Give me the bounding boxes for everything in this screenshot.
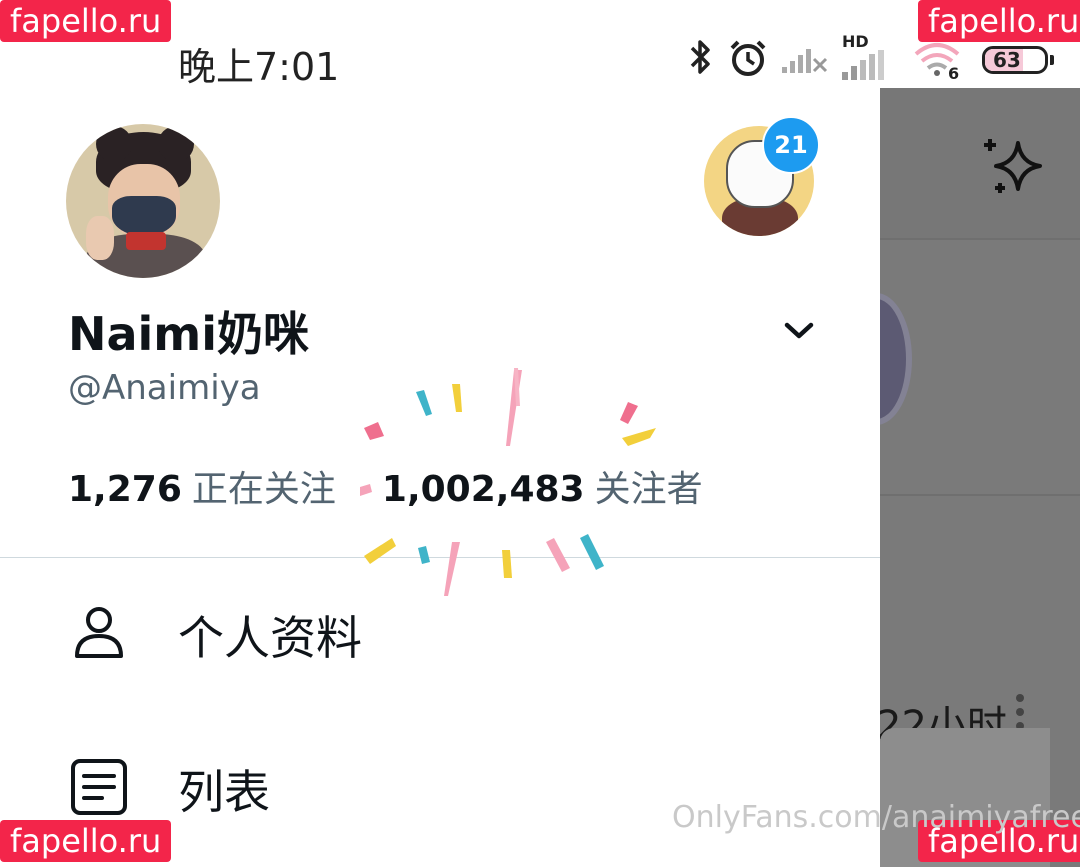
watermark-url: OnlyFans.com/anaimiyafree <box>672 800 1080 835</box>
background-divider <box>880 494 1080 496</box>
navigation-drawer: 21 Naimi奶咪 @Anaimiya 1,276 正在关注 1,002,483 关… <box>0 88 880 867</box>
followers-label: 关注者 <box>594 469 703 510</box>
followers-count: 1,002,483 <box>381 469 585 510</box>
background-avatar <box>880 293 912 425</box>
avatar-scarf <box>126 232 166 250</box>
sparkle-icon[interactable] <box>980 133 1050 207</box>
avatar-mask <box>112 196 176 236</box>
menu-item-label: 列表 <box>178 765 270 819</box>
signal-weak-icon <box>782 41 828 79</box>
signal-hd-label: HD <box>842 32 869 51</box>
battery-tip <box>1050 55 1054 65</box>
display-name: Naimi奶咪 <box>68 307 310 361</box>
followers-stat[interactable]: 1,002,483 关注者 <box>382 469 703 510</box>
following-count: 1,276 <box>68 469 182 510</box>
battery-icon: 63 <box>982 46 1054 74</box>
watermark-top-left: fapello.ru <box>0 0 172 42</box>
following-label: 正在关注 <box>191 469 336 510</box>
status-icons: HD 6 63 <box>688 32 1054 84</box>
bluetooth-icon <box>688 38 714 82</box>
wifi-label: 6 <box>948 64 960 83</box>
avatar[interactable] <box>66 124 220 278</box>
status-time: 晚上7:01 <box>178 45 340 89</box>
drawer-divider <box>0 557 880 558</box>
list-icon <box>70 758 128 820</box>
user-handle: @Anaimiya <box>68 368 261 408</box>
person-icon <box>70 604 128 666</box>
avatar-bun <box>96 126 132 162</box>
alarm-icon <box>728 38 768 82</box>
watermark-top-right: fapello.ru <box>918 0 1080 42</box>
wifi-icon: 6 <box>914 38 968 83</box>
watermark-bottom-left: fapello.ru <box>0 820 172 862</box>
following-stat[interactable]: 1,276 正在关注 <box>68 469 336 510</box>
battery-level: 63 <box>993 48 1021 72</box>
signal-hd-icon: HD <box>842 32 886 82</box>
follow-stats: 1,276 正在关注 1,002,483 关注者 <box>68 460 703 512</box>
menu-item-profile[interactable]: 个人资料 <box>0 580 880 690</box>
background-divider <box>880 238 1080 240</box>
battery-body: 63 <box>982 46 1048 74</box>
menu-item-label: 个人资料 <box>178 611 362 665</box>
avatar-hand <box>86 216 114 260</box>
background-app-overlay[interactable]: 22小时 <box>880 88 1080 867</box>
chevron-down-icon[interactable] <box>782 320 816 346</box>
avatar-bun <box>158 126 194 162</box>
account-notification-badge[interactable]: 21 <box>762 116 820 174</box>
